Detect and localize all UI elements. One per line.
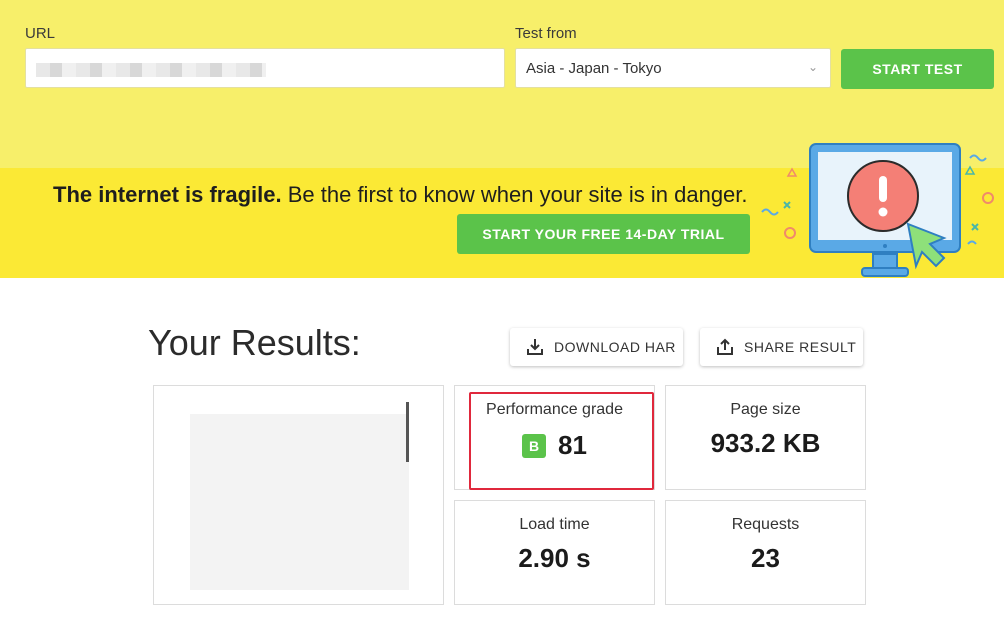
download-har-label: DOWNLOAD HAR xyxy=(554,339,676,355)
start-test-button[interactable]: START TEST xyxy=(841,49,994,89)
test-from-select[interactable]: Asia - Japan - Tokyo ⌄ xyxy=(515,48,831,88)
share-result-label: SHARE RESULT xyxy=(744,339,857,355)
thumbnail-scrollbar xyxy=(406,402,409,462)
page-size-label: Page size xyxy=(730,401,801,418)
url-input[interactable] xyxy=(25,48,505,88)
highlight-box xyxy=(469,392,654,490)
page-screenshot-thumbnail xyxy=(153,385,444,605)
load-time-label: Load time xyxy=(519,516,590,533)
share-icon xyxy=(717,338,733,355)
url-label: URL xyxy=(25,25,56,42)
page-size-value: 933.2 KB xyxy=(710,428,821,458)
download-icon xyxy=(527,339,543,355)
url-value-blurred xyxy=(36,63,266,77)
requests-value: 23 xyxy=(751,543,780,573)
promo-headline-rest: Be the first to know when your site is i… xyxy=(281,182,748,207)
load-time-value: 2.90 s xyxy=(518,543,591,573)
download-har-button[interactable]: DOWNLOAD HAR xyxy=(510,328,683,366)
share-result-button[interactable]: SHARE RESULT xyxy=(700,328,863,366)
requests-card: Requests 23 xyxy=(665,500,866,605)
promo-headline-bold: The internet is fragile. xyxy=(53,182,282,207)
monitor-alert-illustration xyxy=(761,143,994,277)
thumbnail-nav-bar xyxy=(190,402,409,414)
results-title: Your Results: xyxy=(148,322,361,363)
promo-headline: The internet is fragile. Be the first to… xyxy=(53,182,748,208)
test-from-value: Asia - Japan - Tokyo xyxy=(526,60,662,77)
free-trial-button[interactable]: START YOUR FREE 14-DAY TRIAL xyxy=(457,214,750,254)
page-size-card: Page size 933.2 KB xyxy=(665,385,866,490)
load-time-card: Load time 2.90 s xyxy=(454,500,655,605)
test-from-label: Test from xyxy=(515,25,577,42)
requests-label: Requests xyxy=(731,516,800,533)
chevron-down-icon: ⌄ xyxy=(807,60,818,74)
thumbnail-image xyxy=(190,402,409,590)
